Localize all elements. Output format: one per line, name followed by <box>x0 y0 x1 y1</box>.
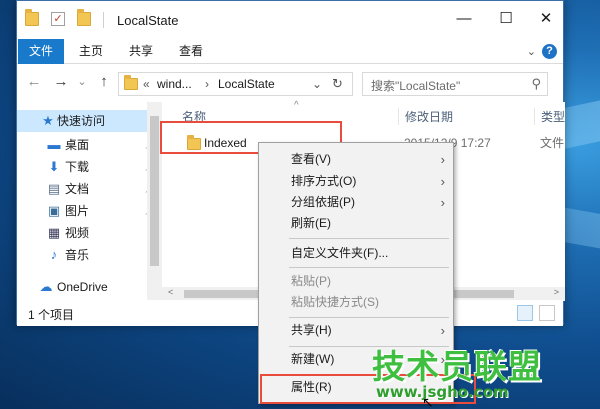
navigation-bar: ← → ⌄ ↑ « wind... › LocalState ⌄ ↻ 搜索"Lo… <box>17 64 563 102</box>
window-title: LocalState <box>117 13 179 28</box>
mouse-cursor-icon: ↖ <box>422 394 434 409</box>
sidebar-item-videos[interactable]: ▦ 视频 <box>17 222 147 244</box>
onedrive-icon: ☁ <box>39 279 53 294</box>
search-icon[interactable]: ⚲ <box>531 76 541 92</box>
file-type: 文件 <box>540 136 565 150</box>
search-placeholder: 搜索"LocalState" <box>371 79 461 93</box>
menu-item-paste: 粘贴(P) <box>291 274 331 288</box>
folder-icon <box>124 75 138 90</box>
new-folder-icon[interactable] <box>77 9 91 26</box>
chevron-right-icon: › <box>440 152 445 167</box>
forward-button[interactable]: → <box>52 73 70 90</box>
menu-item-group-by[interactable]: 分组依据(P) › <box>259 192 455 213</box>
address-bar[interactable]: « wind... › LocalState ⌄ ↻ <box>118 72 353 96</box>
properties-icon[interactable]: ✓ <box>51 12 65 26</box>
menu-item-sort-by[interactable]: 排序方式(O) › <box>259 171 455 192</box>
download-icon: ⬇ <box>48 159 60 174</box>
chevron-right-icon: › <box>440 195 445 210</box>
sidebar-item-pictures[interactable]: ▣ 图片 📌 <box>17 200 157 222</box>
back-button[interactable]: ← <box>25 73 43 90</box>
large-icons-view-icon[interactable] <box>539 305 555 321</box>
watermark-brand: 技术员联盟 <box>372 347 542 386</box>
scrollbar-thumb[interactable] <box>150 116 159 266</box>
help-icon[interactable]: ? <box>542 44 557 59</box>
picture-icon: ▣ <box>47 203 61 218</box>
chevron-right-icon: › <box>440 174 445 189</box>
breadcrumb-current[interactable]: LocalState <box>218 77 275 91</box>
menu-separator <box>289 238 449 239</box>
tab-view[interactable]: 查看 <box>171 39 211 64</box>
maximize-button[interactable]: ☐ <box>491 7 521 33</box>
menu-separator <box>289 317 449 318</box>
music-icon: ♪ <box>50 247 58 262</box>
watermark-url: www.jsgho.com <box>376 383 509 401</box>
up-button[interactable]: ↑ <box>95 73 113 90</box>
title-bar: ✓ LocalState — ☐ ✕ <box>17 1 563 39</box>
menu-separator <box>289 267 449 268</box>
menu-item-refresh[interactable]: 刷新(E) <box>259 213 455 234</box>
item-count: 1 个项目 <box>28 308 75 322</box>
close-button[interactable]: ✕ <box>531 7 561 33</box>
details-view-icon[interactable] <box>517 305 533 321</box>
sort-ascending-icon: ^ <box>294 100 299 111</box>
tab-file[interactable]: 文件 <box>18 39 64 64</box>
tab-share[interactable]: 共享 <box>121 39 161 64</box>
address-dropdown-icon[interactable]: ⌄ <box>312 77 322 91</box>
sidebar-item-music[interactable]: ♪ 音乐 <box>17 244 147 266</box>
column-header-modified[interactable]: 修改日期 <box>398 108 453 125</box>
scroll-left-icon[interactable]: < <box>168 287 173 297</box>
document-icon: ▤ <box>47 181 61 196</box>
sidebar-item-downloads[interactable]: ⬇ 下载 📌 <box>17 156 157 178</box>
breadcrumb-parent[interactable]: wind... <box>157 77 192 91</box>
chevron-right-icon: › <box>440 323 445 338</box>
search-input[interactable]: 搜索"LocalState" ⚲ <box>362 72 548 96</box>
menu-item-share[interactable]: 共享(H) › <box>259 320 455 341</box>
ribbon: 文件 主页 共享 查看 ⌄ ? <box>17 39 563 64</box>
navigation-pane: ★ 快速访问 ▬ 桌面 📌 ⬇ 下载 📌 ▤ 文档 📌 ▣ 图片 📌 ▦ 视频 <box>17 102 162 300</box>
title-separator <box>103 12 104 28</box>
sidebar-item-onedrive[interactable]: ☁ OneDrive <box>17 276 147 298</box>
column-header-type[interactable]: 类型 <box>534 108 565 125</box>
minimize-button[interactable]: — <box>449 7 479 33</box>
breadcrumb-overflow[interactable]: « <box>143 77 150 91</box>
ribbon-expand-icon[interactable]: ⌄ <box>527 45 536 58</box>
scroll-right-icon[interactable]: > <box>554 287 559 297</box>
folder-icon <box>25 9 39 26</box>
menu-item-view[interactable]: 查看(V) › <box>259 149 455 170</box>
menu-item-customize-folder[interactable]: 自定义文件夹(F)... <box>259 243 455 264</box>
sidebar-item-documents[interactable]: ▤ 文档 📌 <box>17 178 157 200</box>
menu-item-paste-shortcut: 粘贴快捷方式(S) <box>291 295 379 309</box>
video-icon: ▦ <box>47 225 61 240</box>
desktop-icon: ▬ <box>47 137 61 152</box>
sidebar-item-desktop[interactable]: ▬ 桌面 📌 <box>17 134 158 156</box>
refresh-icon[interactable]: ↻ <box>332 76 343 92</box>
tab-home[interactable]: 主页 <box>71 39 111 64</box>
breadcrumb-separator[interactable]: › <box>205 77 209 91</box>
sidebar-item-quick-access[interactable]: ★ 快速访问 <box>17 110 147 132</box>
recent-locations-button[interactable]: ⌄ <box>73 75 91 88</box>
star-icon: ★ <box>42 113 54 128</box>
